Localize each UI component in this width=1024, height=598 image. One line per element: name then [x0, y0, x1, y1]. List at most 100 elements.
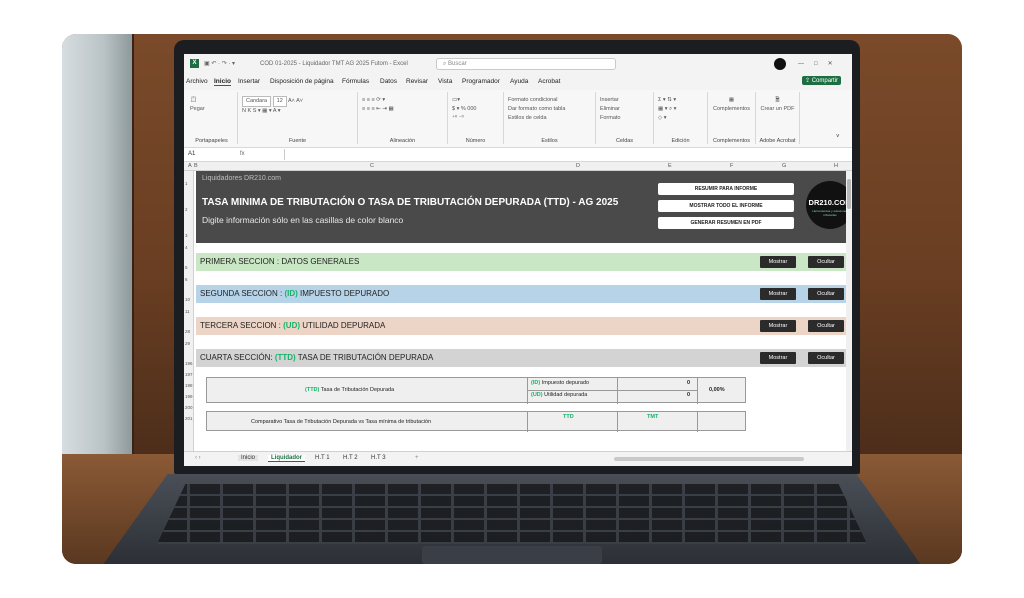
row-28[interactable]: 28 [185, 329, 190, 334]
cell-styles-button[interactable]: Estilos de celda [508, 115, 547, 121]
insert-cells-button[interactable]: Insertar [600, 97, 619, 103]
menu-datos[interactable]: Datos [380, 78, 397, 85]
worksheet[interactable]: Liquidadores DR210.com TASA MINIMA DE TR… [194, 171, 852, 451]
row-5[interactable]: 5 [185, 265, 188, 270]
row-11[interactable]: 11 [185, 309, 190, 314]
row-196[interactable]: 196 [185, 361, 193, 366]
menu-disposicion[interactable]: Disposición de página [270, 78, 334, 85]
col-e[interactable]: E [668, 163, 672, 169]
paste-icon[interactable]: 📋 [190, 97, 197, 103]
row-29[interactable]: 29 [185, 341, 190, 346]
ud-label: (UD) Utilidad depurada [531, 392, 587, 398]
format-cells-button[interactable]: Formato [600, 115, 620, 121]
tab-ht3[interactable]: H.T 3 [368, 455, 389, 461]
tab-liquidador[interactable]: Liquidador [268, 455, 305, 462]
number-format-icons[interactable]: ▭▾ $ ▾ % 000 ⁺⁰ ⁻⁰ [452, 97, 476, 121]
sheet-tabs: ‹ › Inicio Liquidador H.T 1 H.T 2 H.T 3 … [184, 451, 852, 466]
tab-inicio[interactable]: Inicio [238, 455, 259, 461]
row-4[interactable]: 4 [185, 245, 188, 250]
alignment-icons[interactable]: ≡ ≡ ≡ ⟳ ▾ ≡ ≡ ≡ ⇤ ⇥ ▦ [362, 97, 394, 112]
section-3-hide-button[interactable]: Ocultar [808, 320, 844, 332]
format-as-table-button[interactable]: Dar formato como tabla [508, 106, 565, 112]
fx-icon[interactable]: fx [240, 151, 245, 157]
editing-icons[interactable]: Σ ▾ ⇅ ▾ ▦ ▾ ⌕ ▾ ◇ ▾ [658, 97, 676, 121]
col-a[interactable]: A [188, 163, 192, 169]
column-headers: A B C D E F G H [184, 162, 852, 171]
font-name-select[interactable]: Candara [242, 96, 272, 107]
generar-pdf-button[interactable]: GENERAR RESUMEN EN PDF [658, 217, 794, 229]
section-2-title-pre: SEGUNDA SECCION : [200, 289, 285, 298]
font-size-select[interactable]: 12 [272, 96, 287, 107]
ud-value[interactable]: 0 [687, 392, 690, 398]
formula-input[interactable] [284, 149, 844, 160]
tab-nav-arrows[interactable]: ‹ › [192, 455, 204, 461]
group-number: ▭▾ $ ▾ % 000 ⁺⁰ ⁻⁰ Número [448, 92, 504, 144]
font-grow-icon[interactable]: A˄ A˅ [288, 98, 303, 104]
section-4-show-button[interactable]: Mostrar [760, 352, 796, 364]
addins-button[interactable]: Complementos [713, 106, 750, 112]
menu-ayuda[interactable]: Ayuda [510, 78, 528, 85]
section-2-hide-button[interactable]: Ocultar [808, 288, 844, 300]
row-201[interactable]: 201 [185, 416, 193, 421]
col-d[interactable]: D [576, 163, 580, 169]
row-200[interactable]: 200 [185, 405, 193, 410]
row-10[interactable]: 10 [185, 297, 190, 302]
delete-cells-button[interactable]: Eliminar [600, 106, 620, 112]
bold-italic-underline-icons[interactable]: N K S ▾ ▦ ▾ A ▾ [242, 108, 281, 114]
section-2-show-button[interactable]: Mostrar [760, 288, 796, 300]
vertical-scroll-thumb[interactable] [847, 179, 851, 209]
section-1-show-button[interactable]: Mostrar [760, 256, 796, 268]
mostrar-todo-button[interactable]: MOSTRAR TODO EL INFORME [658, 200, 794, 212]
menu-acrobat[interactable]: Acrobat [538, 78, 560, 85]
col-h[interactable]: H [834, 163, 838, 169]
photo-frame: X ▣ ↶ · ↷ · ▾ COD 01-2025 - Liquidador T… [62, 34, 962, 564]
group-cells: Insertar Eliminar Formato Celdas [596, 92, 654, 144]
avatar[interactable] [774, 58, 786, 70]
section-3-show-button[interactable]: Mostrar [760, 320, 796, 332]
paste-button[interactable]: Pegar [190, 106, 205, 112]
horizontal-scrollbar[interactable] [614, 457, 804, 461]
menu-vista[interactable]: Vista [438, 78, 452, 85]
tab-ht2[interactable]: H.T 2 [340, 455, 361, 461]
ttd-value: 0,00% [709, 387, 725, 393]
collapse-ribbon-icon[interactable]: ˅ [836, 134, 840, 140]
create-pdf-button[interactable]: Crear un PDF [761, 106, 795, 112]
share-button[interactable]: ⇪ Compartir [802, 76, 842, 85]
search-box[interactable]: ⌕ Buscar [436, 58, 616, 70]
formula-bar: A1 fx [184, 148, 852, 162]
sheet-title: TASA MINIMA DE TRIBUTACIÓN O TASA DE TRI… [202, 197, 619, 208]
group-alignment: ≡ ≡ ≡ ⟳ ▾ ≡ ≡ ≡ ⇤ ⇥ ▦ Alineación [358, 92, 448, 144]
window-controls[interactable]: —□✕ [798, 60, 843, 67]
menu-programador[interactable]: Programador [462, 78, 500, 85]
row-198[interactable]: 198 [185, 383, 193, 388]
id-value[interactable]: 0 [687, 380, 690, 386]
quick-access-toolbar[interactable]: ▣ ↶ · ↷ · ▾ [204, 60, 235, 67]
menu-insertar[interactable]: Insertar [238, 78, 260, 85]
row-1[interactable]: 1 [185, 181, 188, 186]
section-1-hide-button[interactable]: Ocultar [808, 256, 844, 268]
menu-revisar[interactable]: Revisar [406, 78, 428, 85]
section-4-hide-button[interactable]: Ocultar [808, 352, 844, 364]
menu-archivo[interactable]: Archivo [186, 78, 208, 85]
menu-inicio[interactable]: Inicio [214, 78, 231, 86]
col-f[interactable]: F [730, 163, 733, 169]
col-b[interactable]: B [194, 163, 198, 169]
name-box[interactable]: A1 [188, 151, 232, 157]
resumir-informe-button[interactable]: RESUMIR PARA INFORME [658, 183, 794, 195]
conditional-format-button[interactable]: Formato condicional [508, 97, 558, 103]
tab-ht1[interactable]: H.T 1 [312, 455, 333, 461]
pdf-icon[interactable]: 🗎 [775, 97, 779, 103]
col-g[interactable]: G [782, 163, 786, 169]
row-2[interactable]: 2 [185, 207, 188, 212]
cells-label: Celdas [615, 138, 634, 144]
vertical-scrollbar[interactable] [846, 171, 852, 451]
col-c[interactable]: C [370, 163, 374, 169]
addins-icon[interactable]: ▦ [729, 97, 734, 103]
add-sheet-button[interactable]: + [412, 455, 422, 461]
row-6[interactable]: 6 [185, 277, 188, 282]
row-197[interactable]: 197 [185, 372, 193, 377]
menu-formulas[interactable]: Fórmulas [342, 78, 369, 85]
row-199[interactable]: 199 [185, 394, 193, 399]
col-ttd-header: TTD [563, 414, 574, 420]
row-3[interactable]: 3 [185, 233, 188, 238]
